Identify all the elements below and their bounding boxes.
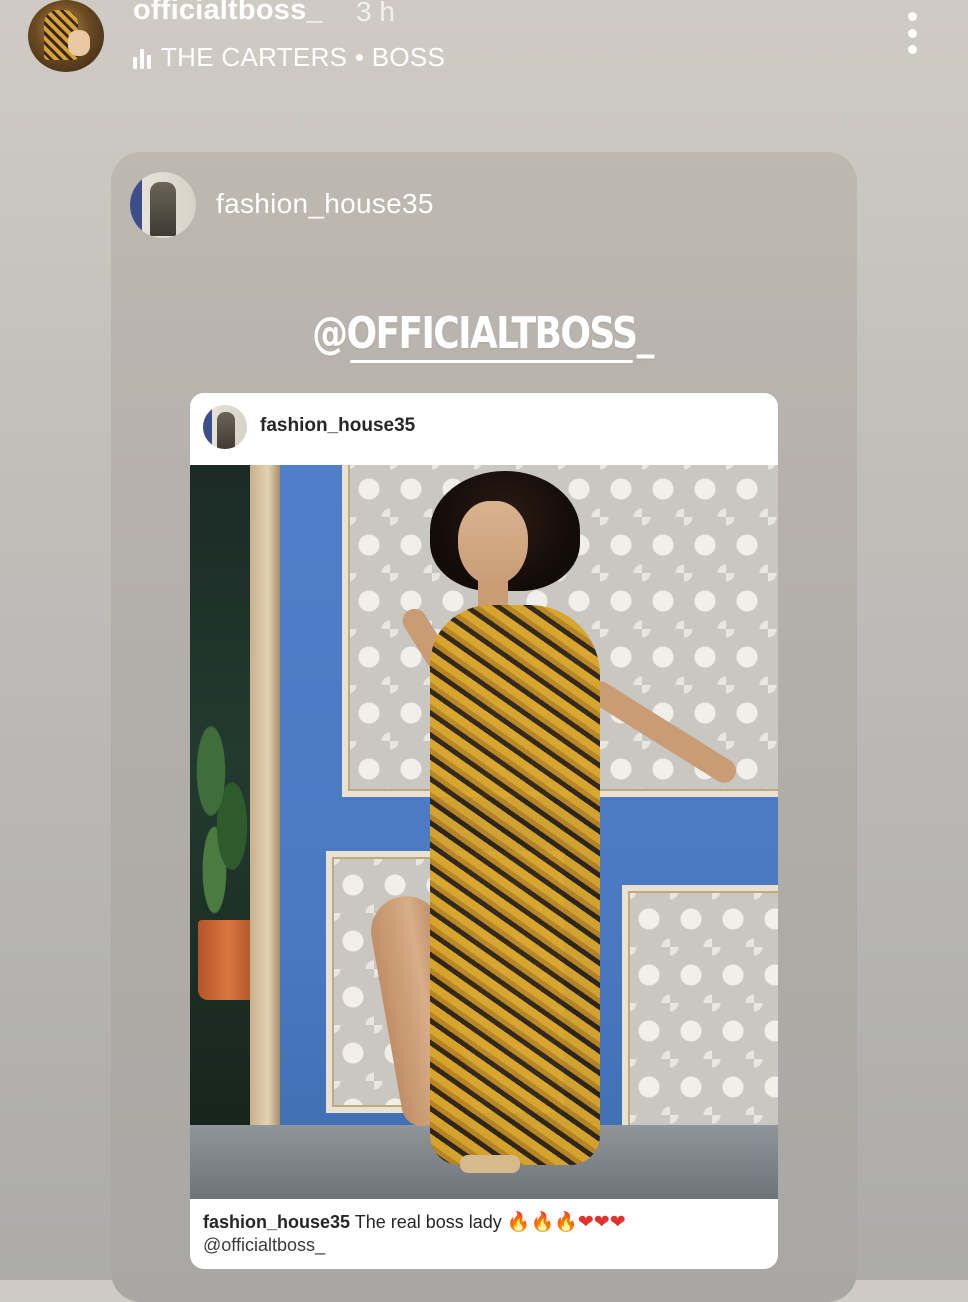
more-vertical-icon[interactable] bbox=[898, 12, 926, 54]
post-avatar[interactable] bbox=[203, 405, 247, 449]
music-label: THE CARTERS • BOSS bbox=[161, 42, 446, 72]
caption-mention[interactable]: @officialtboss_ bbox=[203, 1235, 325, 1255]
avatar-child-figure bbox=[68, 30, 90, 56]
embedded-post[interactable]: fashion_house35 fashion_house35 The real… bbox=[190, 393, 778, 1269]
heart-emoji-icon: ❤ bbox=[609, 1211, 626, 1233]
post-username[interactable]: fashion_house35 bbox=[260, 415, 415, 437]
post-header: fashion_house35 bbox=[190, 393, 778, 465]
caption-username[interactable]: fashion_house35 bbox=[203, 1212, 350, 1232]
music-bars-icon bbox=[133, 47, 151, 69]
mention-sticker[interactable]: @OFFICIALTBOSS_ bbox=[312, 308, 655, 359]
post-caption: fashion_house35 The real boss lady 🔥🔥🔥❤❤… bbox=[203, 1211, 763, 1257]
shared-author-avatar[interactable] bbox=[130, 172, 196, 238]
photo-woman bbox=[190, 465, 778, 1199]
fire-emoji-icon: 🔥 bbox=[506, 1211, 531, 1233]
shared-author-username[interactable]: fashion_house35 bbox=[216, 188, 434, 220]
story-header: officialtboss_ 3 h THE CARTERS • BOSS bbox=[0, 0, 968, 100]
story-username[interactable]: officialtboss_ bbox=[133, 0, 323, 27]
heart-emoji-icon: ❤ bbox=[577, 1211, 594, 1233]
fire-emoji-icon: 🔥 bbox=[554, 1211, 578, 1233]
post-photo[interactable] bbox=[190, 465, 778, 1199]
heart-emoji-icon: ❤ bbox=[593, 1211, 610, 1233]
music-attribution[interactable]: THE CARTERS • BOSS bbox=[133, 42, 445, 73]
mention-underline bbox=[350, 360, 633, 363]
story-time: 3 h bbox=[356, 0, 395, 27]
fire-emoji-icon: 🔥 bbox=[530, 1211, 555, 1233]
caption-text: The real boss lady bbox=[354, 1212, 502, 1232]
story-avatar[interactable] bbox=[28, 0, 104, 72]
